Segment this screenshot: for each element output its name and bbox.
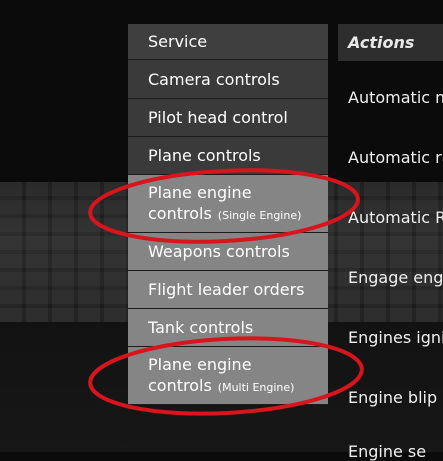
- action-row[interactable]: Engines igniti: [348, 328, 443, 347]
- multi-engine-note: (Multi Engine): [217, 381, 295, 394]
- action-label: Automatic ra: [348, 148, 443, 167]
- action-row[interactable]: Engage engi: [348, 268, 443, 287]
- menu-item-label: Weapons controls: [148, 242, 290, 261]
- menu-item-label: Plane controls: [148, 146, 261, 165]
- menu-item-label-line1: Plane engine: [148, 183, 252, 202]
- action-label: Automatic R: [348, 208, 443, 227]
- menu-item-label: Flight leader orders: [148, 280, 305, 299]
- menu-item-camera-controls[interactable]: Camera controls: [128, 60, 328, 99]
- menu-item-label: Camera controls: [148, 69, 280, 89]
- menu-item-label-line2: controls: [148, 376, 212, 395]
- actions-column-header: Actions: [338, 24, 443, 61]
- actions-header-label: Actions: [348, 33, 415, 52]
- action-row[interactable]: Engine blip s: [348, 388, 443, 407]
- action-row[interactable]: Automatic ra: [348, 148, 443, 167]
- menu-item-plane-controls[interactable]: Plane controls: [128, 137, 328, 175]
- menu-item-weapons-controls[interactable]: Weapons controls: [128, 233, 328, 271]
- single-engine-note: (Single Engine): [217, 209, 302, 222]
- menu-item-service[interactable]: Service: [128, 24, 328, 60]
- menu-item-label: Pilot head control: [148, 108, 288, 127]
- menu-item-flight-leader-orders[interactable]: Flight leader orders: [128, 271, 328, 309]
- action-label: Engine blip s: [348, 388, 443, 407]
- menu-item-pilot-head-control[interactable]: Pilot head control: [128, 99, 328, 137]
- menu-item-plane-engine-controls-single[interactable]: Plane engine controls (Single Engine): [128, 175, 328, 233]
- menu-item-tank-controls[interactable]: Tank controls: [128, 309, 328, 347]
- menu-item-label: Service: [148, 32, 208, 51]
- menu-item-plane-engine-controls-multi[interactable]: Plane engine controls (Multi Engine): [128, 347, 328, 405]
- action-row[interactable]: Automatic R: [348, 208, 443, 227]
- controls-category-menu: Service Camera controls Pilot head contr…: [128, 24, 328, 405]
- action-label: Automatic m: [348, 88, 443, 107]
- action-label: Engage engi: [348, 268, 443, 287]
- menu-item-label-line1: Plane engine: [148, 355, 252, 374]
- action-row[interactable]: Automatic m: [348, 88, 443, 107]
- menu-item-label: Tank controls: [148, 318, 254, 337]
- menu-item-label-line2: controls: [148, 204, 212, 223]
- action-label: Engines igniti: [348, 328, 443, 347]
